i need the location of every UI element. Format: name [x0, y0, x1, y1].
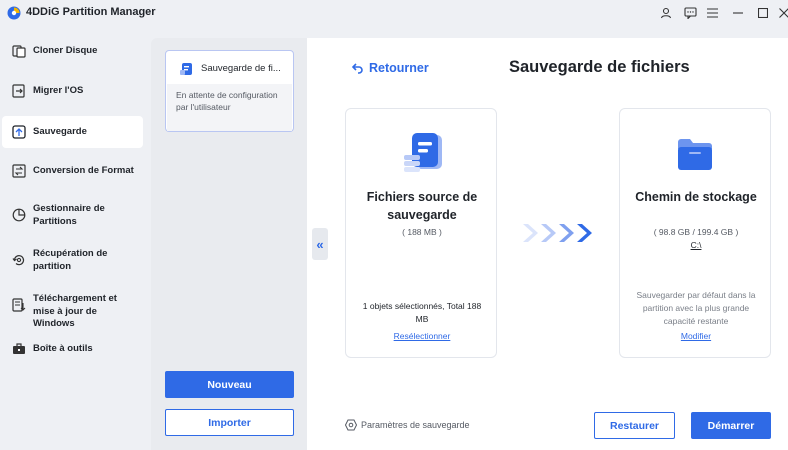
app-title: 4DDiG Partition Manager: [26, 6, 156, 18]
task-card-title: Sauvegarde de fi...: [201, 63, 281, 74]
destination-card: Chemin de stockage ( 98.8 GB / 199.4 GB …: [619, 108, 771, 358]
source-card: Fichiers source de sauvegarde ( 188 MB )…: [345, 108, 497, 358]
sidebar-item-sauvegarde[interactable]: Sauvegarde: [2, 116, 143, 148]
sidebar-item-cloner-disque[interactable]: Cloner Disque: [2, 38, 143, 64]
double-chevron-left-icon: «: [316, 236, 324, 252]
sidebar-item-boite-outils[interactable]: Boîte à outils: [2, 336, 143, 362]
restore-button[interactable]: Restaurer: [594, 412, 675, 439]
folder-icon: [678, 139, 712, 170]
destination-path[interactable]: C:\: [620, 240, 772, 250]
task-card[interactable]: Sauvegarde de fi... En attente de config…: [165, 50, 294, 132]
feedback-icon[interactable]: [681, 4, 699, 22]
partition-manager-icon: [12, 208, 26, 222]
sidebar: Cloner Disque Migrer l'OS Sauvegarde Con…: [0, 30, 150, 450]
back-label: Retourner: [369, 61, 429, 75]
flow-arrows-icon: [523, 224, 592, 242]
import-button[interactable]: Importer: [165, 409, 294, 436]
source-files-icon: [404, 133, 442, 172]
task-card-status: En attente de configuration par l'utilis…: [167, 84, 292, 131]
app-logo-icon: [7, 6, 21, 20]
sidebar-item-migrer-os[interactable]: Migrer l'OS: [2, 78, 143, 104]
new-task-button[interactable]: Nouveau: [165, 371, 294, 398]
maximize-icon[interactable]: [754, 4, 772, 22]
sidebar-item-telechargement-windows[interactable]: Téléchargement et mise à jour de Windows: [2, 290, 143, 329]
backup-settings-link[interactable]: Paramètres de sauvegarde: [345, 419, 470, 431]
partition-recovery-icon: [12, 255, 25, 266]
menu-icon[interactable]: [703, 4, 721, 22]
sidebar-item-gestionnaire-partitions[interactable]: Gestionnaire de Partitions: [2, 200, 143, 230]
close-icon[interactable]: [775, 4, 788, 22]
sidebar-item-conversion-format[interactable]: Conversion de Format: [2, 158, 143, 184]
source-size: ( 188 MB ): [402, 227, 442, 237]
user-icon[interactable]: [657, 4, 675, 22]
source-title: Fichiers source de sauvegarde: [366, 190, 478, 222]
start-button[interactable]: Démarrer: [691, 412, 771, 439]
sidebar-item-recuperation-partition[interactable]: Récupération de partition: [2, 245, 143, 275]
format-convert-icon: [12, 164, 26, 178]
collapse-panel-toggle[interactable]: «: [312, 228, 328, 260]
destination-description: Sauvegarder par défaut dans la partition…: [636, 290, 756, 326]
modify-link[interactable]: Modifier: [620, 331, 772, 341]
back-arrow-icon: [352, 62, 363, 74]
migrate-os-icon: [12, 84, 25, 98]
reselect-link[interactable]: Resélectionner: [346, 331, 498, 341]
back-link[interactable]: Retourner: [352, 61, 429, 75]
source-selection: 1 objets sélectionnés, Total 188 MB: [362, 301, 482, 324]
destination-title: Chemin de stockage: [635, 190, 757, 204]
backup-icon: [12, 125, 26, 139]
backup-settings-label: Paramètres de sauvegarde: [361, 420, 470, 430]
windows-download-icon: [12, 298, 26, 312]
backup-file-icon: [180, 63, 192, 75]
title-bar: 4DDiG Partition Manager: [0, 0, 788, 26]
task-panel: Sauvegarde de fi... En attente de config…: [151, 38, 307, 450]
page-title: Sauvegarde de fichiers: [509, 58, 690, 76]
settings-gear-icon: [345, 419, 357, 431]
destination-size: ( 98.8 GB / 199.4 GB ): [653, 227, 739, 237]
toolbox-icon: [13, 343, 25, 354]
clone-disk-icon: [12, 45, 26, 58]
minimize-icon[interactable]: [729, 4, 747, 22]
